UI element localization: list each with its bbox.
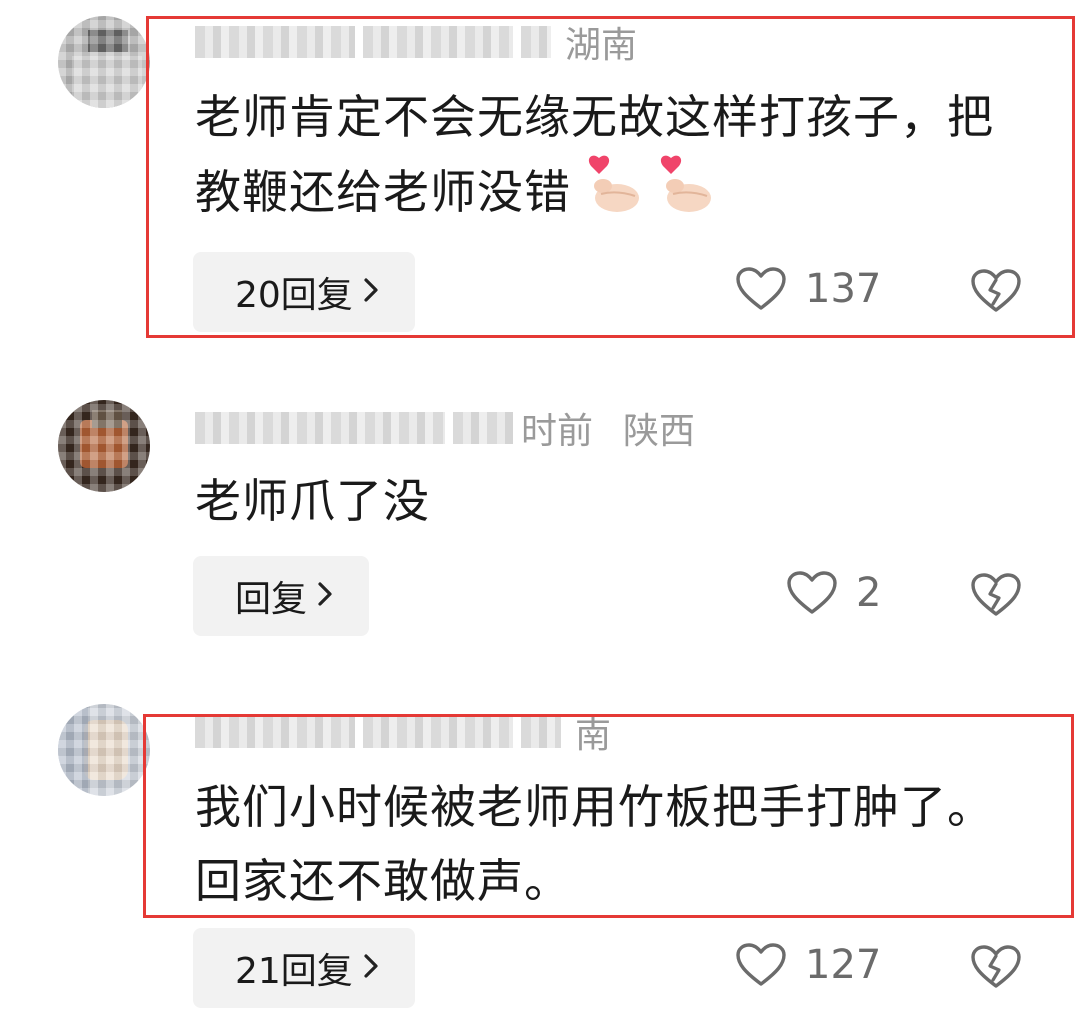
like-count: 137: [805, 266, 882, 312]
view-replies-button[interactable]: 回复: [193, 556, 370, 636]
blurred-time: [363, 716, 513, 748]
comment-location: 陕西: [623, 411, 696, 452]
blurred-region: [521, 26, 551, 58]
blurred-username: [195, 26, 355, 58]
dislike-button[interactable]: [970, 944, 1022, 994]
blurred-time: [363, 26, 513, 58]
like-button[interactable]: 127: [735, 942, 881, 988]
like-count: 127: [805, 942, 882, 988]
broken-heart-icon: [971, 269, 1021, 312]
comment-text: 老师肯定不会无缘无故这样打孩子，把教鞭还给老师没错: [195, 90, 994, 219]
like-count: 2: [856, 570, 882, 616]
reply-count-label: 20回复: [235, 275, 353, 316]
avatar[interactable]: [58, 16, 150, 108]
blurred-username: [195, 412, 445, 444]
like-button[interactable]: 137: [735, 266, 881, 312]
comment-time: 时前: [521, 411, 594, 452]
chevron-right-icon: [363, 948, 379, 988]
comment-meta: 南: [195, 712, 611, 756]
dislike-button[interactable]: [970, 268, 1022, 318]
heart-outline-icon: [736, 267, 786, 310]
broken-heart-icon: [971, 945, 1021, 988]
heart-outline-icon: [787, 571, 837, 614]
comment-location: 湖南: [565, 25, 638, 66]
comment-text: 老师爪了没: [195, 474, 430, 528]
comment-text: 我们小时候被老师用竹板把手打肿了。回家还不敢做声。: [195, 780, 994, 908]
chevron-right-icon: [363, 272, 379, 312]
avatar[interactable]: [58, 704, 150, 796]
reply-count-label: 回复: [235, 579, 308, 620]
view-replies-button[interactable]: 20回复: [193, 252, 415, 332]
blurred-region: [521, 716, 561, 748]
finger-heart-emoji-icon: [653, 154, 715, 216]
comment-meta: 时前 陕西: [195, 408, 695, 452]
broken-heart-icon: [971, 573, 1021, 616]
reply-count-label: 21回复: [235, 951, 353, 992]
comment-meta: 湖南: [195, 22, 637, 66]
comment-location: 南: [575, 715, 612, 756]
blurred-time: [453, 412, 513, 444]
chevron-right-icon: [317, 576, 333, 616]
blurred-username: [195, 716, 355, 748]
finger-heart-emoji-icon: [581, 154, 643, 216]
dislike-button[interactable]: [970, 572, 1022, 622]
avatar[interactable]: [58, 400, 150, 492]
view-replies-button[interactable]: 21回复: [193, 928, 415, 1008]
like-button[interactable]: 2: [786, 570, 881, 616]
heart-outline-icon: [736, 943, 786, 986]
